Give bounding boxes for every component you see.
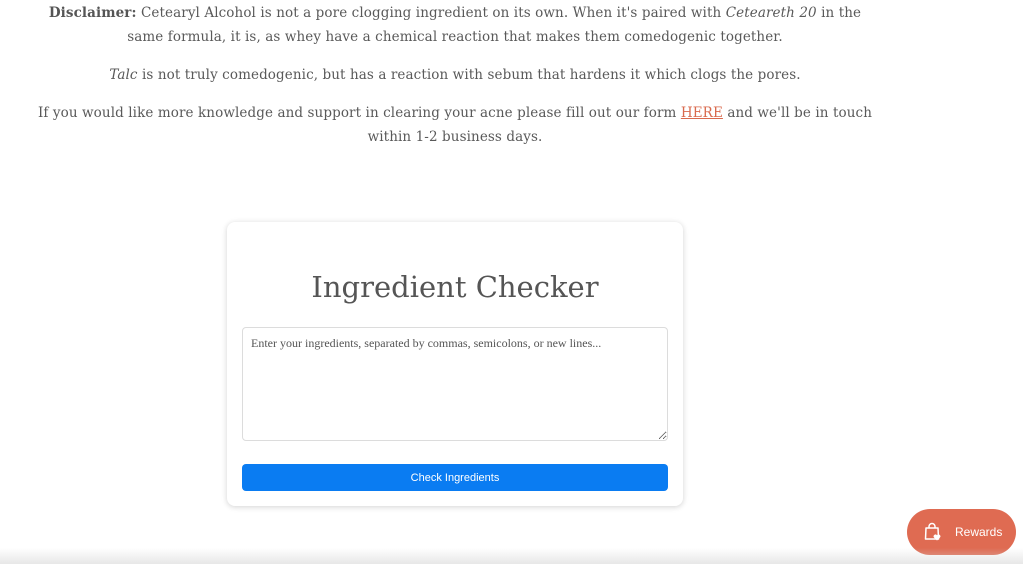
shopping-bag-heart-icon [923,522,943,542]
disclaimer-text-1: Cetearyl Alcohol is not a pore clogging … [136,5,726,21]
disclaimer-label: Disclaimer: [48,5,137,21]
checker-title: Ingredient Checker [311,270,599,304]
check-ingredients-button[interactable]: Check Ingredients [242,464,668,491]
talc-emphasis: Talc [109,67,138,83]
ingredient-checker-card: Ingredient Checker Check Ingredients [227,222,683,506]
talc-text: is not truly comedogenic, but has a reac… [137,67,801,83]
form-link[interactable]: HERE [681,105,723,121]
rewards-label: Rewards [955,525,1003,539]
form-text-1: If you would like more knowledge and sup… [37,105,681,121]
disclaimer-paragraph: Disclaimer: Cetearyl Alcohol is not a po… [40,1,870,49]
page-bottom-shadow [0,548,1023,564]
ingredients-input[interactable] [242,327,668,441]
talc-paragraph: Talc is not truly comedogenic, but has a… [40,63,870,87]
disclaimer-emphasis: Ceteareth 20 [725,5,817,21]
form-paragraph: If you would like more knowledge and sup… [30,101,880,149]
